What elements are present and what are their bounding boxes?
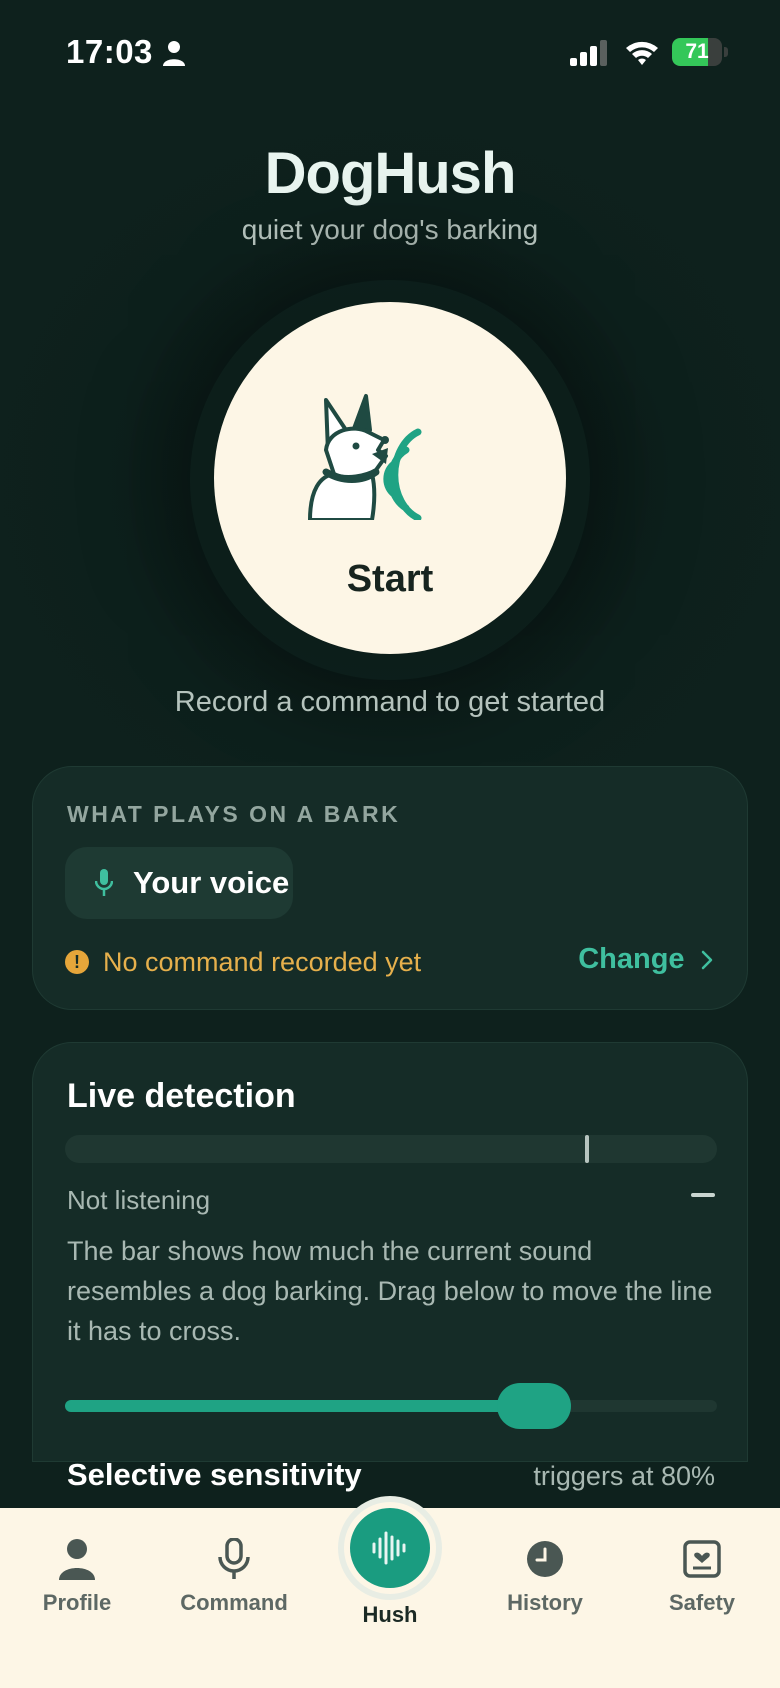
threshold-marker (584, 1135, 589, 1163)
wifi-icon (626, 41, 658, 65)
your-voice-chip[interactable]: Your voice (65, 847, 293, 919)
sensitivity-value: triggers at 80% (533, 1461, 715, 1491)
start-button-label: Start (346, 558, 434, 600)
status-bar: 17:03 71 (0, 0, 780, 100)
warning-text: No command recorded yet (103, 947, 422, 977)
sensitivity-slider[interactable] (65, 1383, 717, 1429)
id-card-icon (683, 1540, 721, 1578)
bark-likelihood-meter (65, 1135, 717, 1163)
live-detection-title: Live detection (67, 1077, 296, 1115)
app-title: DogHush (264, 141, 517, 206)
tab-profile-label: Profile (42, 1590, 112, 1615)
tab-safety-label: Safety (668, 1590, 736, 1615)
start-hint: Record a command to get started (174, 686, 606, 718)
slider-fill (65, 1400, 535, 1412)
collapse-toggle[interactable] (691, 1193, 715, 1197)
battery-indicator: 71 (672, 38, 728, 66)
listening-status: Not listening (67, 1185, 211, 1215)
change-button[interactable]: Change (578, 943, 715, 979)
tab-hush-label: Hush (362, 1602, 418, 1627)
person-icon (163, 41, 185, 66)
detection-description: The bar shows how much the current sound… (67, 1236, 713, 1346)
start-button[interactable]: Start (214, 302, 566, 654)
cellular-signal-icon (570, 40, 607, 66)
chevron-right-icon (701, 950, 713, 969)
tab-history[interactable]: History (475, 1508, 615, 1628)
tab-command-label: Command (180, 1590, 288, 1615)
your-voice-label: Your voice (133, 865, 290, 900)
microphone-icon (95, 869, 113, 896)
clock-icon (527, 1541, 563, 1577)
bark-card-kicker: WHAT PLAYS ON A BARK (67, 801, 401, 827)
tab-history-label: History (507, 1590, 583, 1615)
tab-hush[interactable]: Hush (320, 1478, 460, 1628)
person-icon (59, 1539, 95, 1580)
slider-thumb[interactable] (497, 1383, 572, 1429)
sensitivity-label: Selective sensitivity (67, 1457, 362, 1492)
sound-wave-icon (372, 1531, 406, 1565)
tab-safety[interactable]: Safety (632, 1508, 772, 1628)
battery-level: 71 (685, 40, 709, 63)
change-label: Change (578, 943, 685, 975)
status-time: 17:03 (66, 33, 153, 70)
tab-profile[interactable]: Profile (7, 1508, 147, 1628)
app-subtitle: quiet your dog's barking (241, 214, 539, 245)
microphone-icon (218, 1538, 250, 1579)
barking-dog-icon (308, 394, 422, 520)
tab-command[interactable]: Command (164, 1508, 304, 1628)
bark-action-card: WHAT PLAYS ON A BARK Your voice ! No com… (32, 766, 748, 1010)
warning-icon: ! (65, 950, 89, 974)
live-detection-card: Live detection Not listening The bar sho… (32, 1042, 748, 1492)
app-screen: 17:03 71 DogHush quiet your dog's barkin… (0, 0, 780, 1688)
